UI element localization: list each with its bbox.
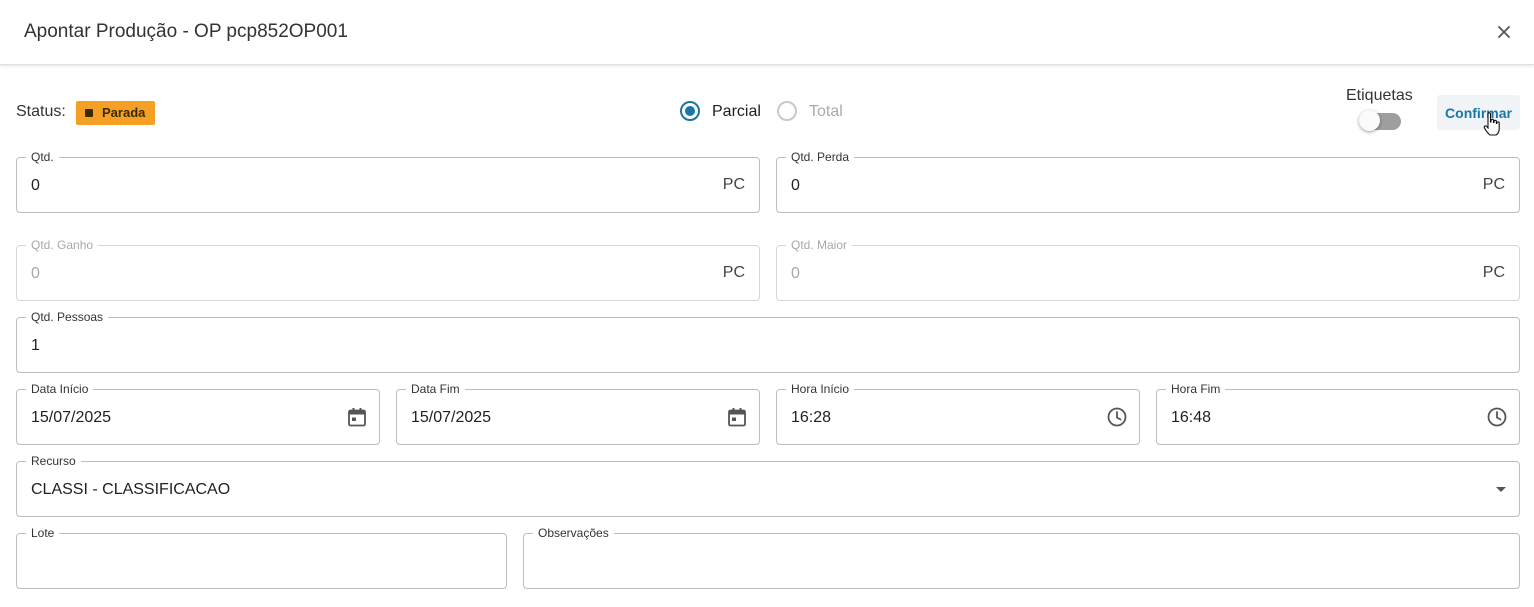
recurso-value[interactable]: CLASSI - CLASSIFICACAO bbox=[31, 481, 230, 499]
clock-icon[interactable] bbox=[1486, 406, 1508, 428]
qtd-unit: PC bbox=[722, 176, 745, 193]
hora-fim-label: Hora Fim bbox=[1166, 382, 1226, 396]
hora-inicio-label: Hora Início bbox=[786, 382, 855, 396]
calendar-icon[interactable] bbox=[726, 406, 748, 428]
radio-parcial-label[interactable]: Parcial bbox=[712, 103, 761, 121]
hora-fim-field[interactable]: Hora Fim 16:48 bbox=[1156, 382, 1520, 445]
calendar-icon[interactable] bbox=[346, 406, 368, 428]
etiquetas-label: Etiquetas bbox=[1346, 87, 1413, 104]
status-badge-text: Parada bbox=[102, 105, 146, 120]
close-icon[interactable] bbox=[1494, 22, 1514, 42]
qtd-field[interactable]: Qtd. 0 PC bbox=[16, 150, 760, 213]
hora-inicio-field[interactable]: Hora Início 16:28 bbox=[776, 382, 1140, 445]
qtd-label: Qtd. bbox=[26, 150, 59, 164]
recurso-select[interactable]: Recurso CLASSI - CLASSIFICACAO bbox=[16, 454, 1520, 517]
qtd-maior-value: 0 bbox=[791, 265, 800, 282]
data-inicio-label: Data Início bbox=[26, 382, 94, 396]
qtd-pessoas-field[interactable]: Qtd. Pessoas 1 bbox=[16, 310, 1520, 373]
qtd-perda-unit: PC bbox=[1482, 176, 1505, 193]
lote-label: Lote bbox=[26, 526, 60, 540]
data-fim-label: Data Fim bbox=[406, 382, 465, 396]
qtd-ganho-unit: PC bbox=[722, 264, 745, 281]
lote-field[interactable]: Lote bbox=[16, 526, 507, 589]
observacoes-label: Observações bbox=[533, 526, 614, 540]
data-fim-field[interactable]: Data Fim 15/07/2025 bbox=[396, 382, 760, 445]
status-label: Status: bbox=[16, 103, 66, 120]
qtd-ganho-label: Qtd. Ganho bbox=[26, 238, 99, 252]
chevron-down-icon[interactable] bbox=[1496, 487, 1506, 492]
etiquetas-toggle[interactable] bbox=[1359, 110, 1401, 132]
radio-total-circle bbox=[777, 101, 797, 121]
qtd-maior-label: Qtd. Maior bbox=[786, 238, 853, 252]
qtd-pessoas-label: Qtd. Pessoas bbox=[26, 310, 109, 324]
hand-cursor-icon bbox=[1483, 112, 1500, 136]
qtd-perda-field[interactable]: Qtd. Perda 0 PC bbox=[776, 150, 1520, 213]
data-inicio-value[interactable]: 15/07/2025 bbox=[31, 409, 111, 427]
hora-inicio-value[interactable]: 16:28 bbox=[791, 409, 831, 427]
hora-fim-value[interactable]: 16:48 bbox=[1171, 409, 1211, 427]
qtd-perda-label: Qtd. Perda bbox=[786, 150, 855, 164]
qtd-maior-unit: PC bbox=[1482, 264, 1505, 281]
radio-total-label: Total bbox=[809, 103, 843, 120]
observacoes-field[interactable]: Observações bbox=[523, 526, 1520, 589]
dialog-title: Apontar Produção - OP pcp852OP001 bbox=[24, 21, 348, 42]
qtd-maior-field: Qtd. Maior 0 PC bbox=[776, 238, 1520, 301]
confirm-button[interactable]: Confirmar bbox=[1437, 95, 1520, 130]
stop-icon bbox=[85, 109, 93, 117]
data-fim-value[interactable]: 15/07/2025 bbox=[411, 409, 491, 427]
radio-parcial-circle[interactable] bbox=[680, 101, 700, 121]
status-badge: Parada bbox=[76, 101, 155, 125]
qtd-ganho-value: 0 bbox=[31, 265, 40, 282]
data-inicio-field[interactable]: Data Início 15/07/2025 bbox=[16, 382, 380, 445]
dialog-header: Apontar Produção - OP pcp852OP001 bbox=[0, 0, 1534, 65]
recurso-label: Recurso bbox=[26, 454, 81, 468]
qtd-ganho-field: Qtd. Ganho 0 PC bbox=[16, 238, 760, 301]
qtd-pessoas-value[interactable]: 1 bbox=[31, 337, 40, 355]
qtd-value[interactable]: 0 bbox=[31, 177, 40, 195]
qtd-perda-value[interactable]: 0 bbox=[791, 177, 800, 195]
clock-icon[interactable] bbox=[1106, 406, 1128, 428]
